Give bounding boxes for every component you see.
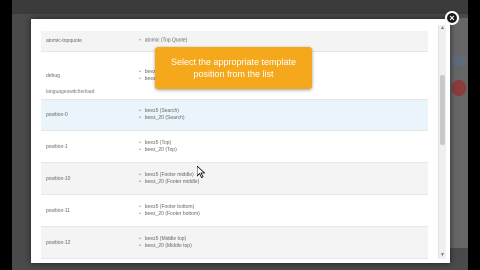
template-item[interactable]: beez_20 (Footer middle) xyxy=(139,179,199,186)
template-item[interactable]: beez5 (Search) xyxy=(139,108,185,115)
template-list: beez5 (Footer middle) beez_20 (Footer mi… xyxy=(139,172,199,186)
template-list: atomic (Top Quote) xyxy=(139,38,188,45)
background-header xyxy=(12,0,468,14)
scroll-up-arrow-icon[interactable]: ▲ xyxy=(439,25,446,32)
list-row[interactable]: position-11 beez5 (Footer bottom) beez_2… xyxy=(41,195,428,227)
template-list: beez5 (Middle top) beez_20 (Middle top) xyxy=(139,236,192,250)
template-item[interactable]: atomic (Top Quote) xyxy=(139,38,188,45)
template-list: beez5 (Footer bottom) beez_20 (Footer bo… xyxy=(139,204,200,218)
template-item[interactable]: beez_20 (Search) xyxy=(139,115,185,122)
list-row[interactable]: position-12 beez5 (Middle top) beez_20 (… xyxy=(41,227,428,259)
position-name: position-0 xyxy=(46,112,68,118)
instruction-tooltip: Select the appropriate template position… xyxy=(155,47,312,89)
template-list: beez5 (Search) beez_20 (Search) xyxy=(139,108,185,122)
position-name: position-11 xyxy=(46,207,71,214)
tooltip-text: Select the appropriate template position… xyxy=(170,57,297,79)
position-name: debug xyxy=(46,72,60,79)
position-name: position-10 xyxy=(46,175,71,182)
close-icon: × xyxy=(449,13,455,23)
template-list: beez5 (Top) beez_20 (Top) xyxy=(139,140,177,154)
background-tab xyxy=(452,56,466,66)
template-item[interactable]: beez_20 (Middle top) xyxy=(139,243,192,250)
template-item[interactable]: beez5 (Middle top) xyxy=(139,236,192,243)
scroll-down-arrow-icon[interactable]: ▼ xyxy=(439,252,446,259)
template-item[interactable]: beez5 (Top) xyxy=(139,140,177,147)
close-modal-button[interactable]: × xyxy=(445,11,459,25)
template-item[interactable]: beez5 (Footer middle) xyxy=(139,172,199,179)
mouse-pointer-icon xyxy=(197,166,205,178)
position-name: position-1 xyxy=(46,143,68,150)
template-item[interactable]: beez_20 (Footer bottom) xyxy=(139,211,200,218)
template-item[interactable]: beez_20 (Top) xyxy=(139,147,177,154)
position-name: position-12 xyxy=(46,239,71,246)
background-badge xyxy=(452,80,466,96)
vertical-scrollbar[interactable]: ▲ ▼ xyxy=(438,25,446,259)
list-row[interactable]: position-10 beez5 (Footer middle) beez_2… xyxy=(41,163,428,195)
position-name: atomic-topquote xyxy=(46,38,82,44)
template-item[interactable]: beez5 (Footer bottom) xyxy=(139,204,200,211)
scroll-thumb[interactable] xyxy=(440,75,445,145)
list-row[interactable]: position-1 beez5 (Top) beez_20 (Top) xyxy=(41,131,428,163)
background-sidebar xyxy=(450,18,468,248)
section-label: languageswitcherload xyxy=(46,89,95,95)
list-row[interactable]: position-0 beez5 (Search) beez_20 (Searc… xyxy=(41,100,428,131)
